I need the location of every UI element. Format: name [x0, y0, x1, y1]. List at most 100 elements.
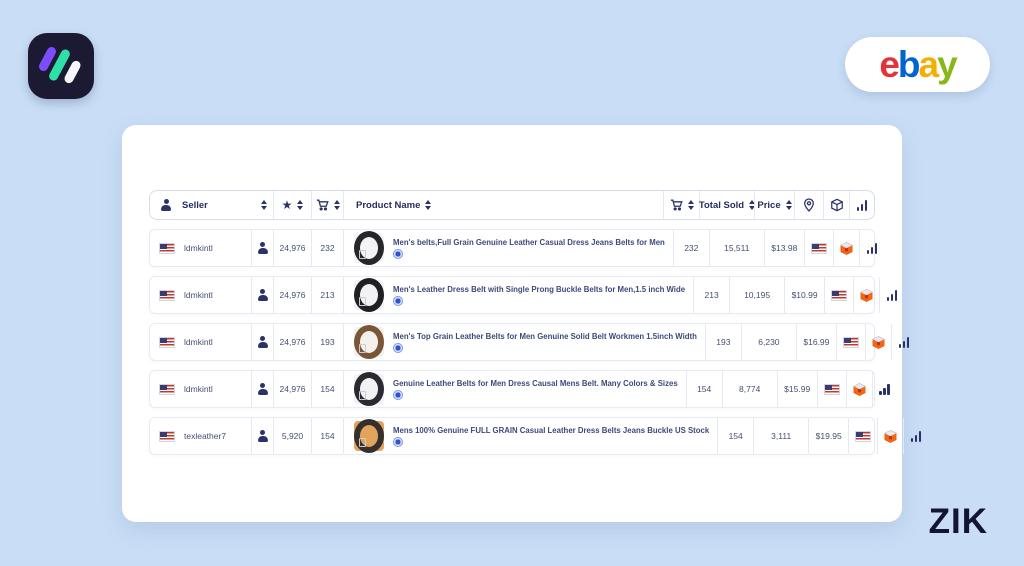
zik-watermark: ZIK [929, 502, 988, 542]
analytics-cell[interactable] [859, 230, 884, 266]
sort-icon[interactable] [261, 200, 267, 210]
feedback-cell: 5,920 [273, 418, 311, 454]
table-row[interactable]: texleather7 5,920 154 Mens 100% Genuine … [149, 417, 875, 455]
user-icon [257, 242, 269, 254]
table-row[interactable]: ldmkintl 24,976 213 Men's Leather Dress … [149, 276, 875, 314]
package-orange-icon [871, 335, 886, 350]
sort-icon[interactable] [425, 200, 431, 210]
price-cell: $15.99 [777, 371, 817, 407]
product-name-header-cell[interactable]: Product Name [343, 191, 663, 219]
seller-header-cell[interactable]: Seller [150, 191, 273, 219]
sort-icon[interactable] [334, 200, 340, 210]
ebay-letter-e: e [879, 44, 898, 85]
product-image [354, 233, 384, 263]
table-row[interactable]: ldmkintl 24,976 193 Men's Top Grain Leat… [149, 323, 875, 361]
total-sold-cell: 10,195 [729, 277, 784, 313]
watch-count-cell: 193 [311, 324, 343, 360]
total-sold-cell: 3,111 [753, 418, 808, 454]
seller-name[interactable]: texleather7 [184, 418, 251, 454]
ebay-letter-a: a [919, 44, 938, 85]
seller-profile-cell[interactable] [251, 418, 273, 454]
analytics-cell[interactable] [891, 324, 916, 360]
table-header-row: Seller ★ Product Name Total Sold [149, 190, 875, 220]
table-row[interactable]: ldmkintl 24,976 154 Genuine Leather Belt… [149, 370, 875, 408]
total-sold-header-cell[interactable]: Total Sold [699, 191, 754, 219]
zik-app-logo [28, 33, 94, 99]
watch-header-cell[interactable] [311, 191, 343, 219]
seller-profile-cell[interactable] [251, 324, 273, 360]
table-row[interactable]: ldmkintl 24,976 232 Men's belts,Full Gra… [149, 229, 875, 267]
price-header-cell[interactable]: Price [754, 191, 794, 219]
ebay-wordmark: ebay [879, 46, 955, 83]
cart-icon [316, 199, 329, 211]
user-icon [160, 199, 172, 211]
sort-icon[interactable] [688, 200, 694, 210]
bar-chart-icon [857, 200, 868, 211]
product-cell: Men's Leather Dress Belt with Single Pro… [343, 277, 693, 313]
globe-badge-icon [393, 390, 403, 400]
sold-header-cell[interactable] [663, 191, 699, 219]
analytics-cell[interactable] [879, 277, 904, 313]
seller-profile-cell[interactable] [251, 371, 273, 407]
seller-profile-cell[interactable] [251, 277, 273, 313]
product-cell: Genuine Leather Belts for Men Dress Caus… [343, 371, 686, 407]
bar-chart-icon [879, 384, 890, 395]
product-image [354, 374, 384, 404]
watch-count-cell: 154 [311, 418, 343, 454]
total-sold-cell: 15,511 [709, 230, 764, 266]
us-flag-icon [843, 337, 859, 348]
analytics-cell[interactable] [903, 418, 928, 454]
package-cell[interactable] [877, 418, 903, 454]
package-icon [830, 198, 844, 212]
results-card: Seller ★ Product Name Total Sold [122, 125, 902, 522]
us-flag-icon [159, 337, 175, 348]
bar-chart-icon [867, 243, 878, 254]
package-orange-icon [852, 382, 867, 397]
ship-country-cell [836, 324, 865, 360]
user-icon [257, 383, 269, 395]
package-cell[interactable] [853, 277, 879, 313]
bar-chart-icon [899, 337, 910, 348]
us-flag-icon [159, 243, 175, 254]
sold-cell: 193 [705, 324, 741, 360]
location-header-cell[interactable] [794, 191, 823, 219]
product-title[interactable]: Mens 100% Genuine FULL GRAIN Casual Leat… [393, 426, 709, 435]
product-title[interactable]: Men's belts,Full Grain Genuine Leather C… [393, 238, 665, 247]
sort-icon[interactable] [297, 200, 303, 210]
analytics-cell[interactable] [872, 371, 897, 407]
us-flag-icon [159, 431, 175, 442]
us-flag-icon [159, 384, 175, 395]
feedback-header-cell[interactable]: ★ [273, 191, 311, 219]
package-cell[interactable] [833, 230, 859, 266]
ship-country-cell [824, 277, 853, 313]
logo-stripe-white [63, 59, 82, 84]
ship-country-cell [817, 371, 846, 407]
star-icon: ★ [282, 199, 293, 211]
seller-profile-cell[interactable] [251, 230, 273, 266]
analytics-header-cell[interactable] [849, 191, 874, 219]
seller-name[interactable]: ldmkintl [184, 324, 251, 360]
seller-country-cell [150, 230, 184, 266]
package-orange-icon [883, 429, 898, 444]
shipping-header-cell[interactable] [823, 191, 849, 219]
watch-count-cell: 154 [311, 371, 343, 407]
location-pin-icon [803, 198, 815, 212]
product-title[interactable]: Men's Top Grain Leather Belts for Men Ge… [393, 332, 697, 341]
product-title[interactable]: Men's Leather Dress Belt with Single Pro… [393, 285, 685, 294]
sold-cell: 154 [686, 371, 722, 407]
watch-count-cell: 213 [311, 277, 343, 313]
seller-name[interactable]: ldmkintl [184, 371, 251, 407]
product-cell: Men's belts,Full Grain Genuine Leather C… [343, 230, 673, 266]
package-cell[interactable] [865, 324, 891, 360]
watch-count-cell: 232 [311, 230, 343, 266]
us-flag-icon [831, 290, 847, 301]
seller-name[interactable]: ldmkintl [184, 277, 251, 313]
package-orange-icon [839, 241, 854, 256]
feedback-cell: 24,976 [273, 371, 311, 407]
globe-badge-icon [393, 249, 403, 259]
ebay-letter-b: b [898, 44, 919, 85]
product-title[interactable]: Genuine Leather Belts for Men Dress Caus… [393, 379, 678, 388]
package-cell[interactable] [846, 371, 872, 407]
seller-name[interactable]: ldmkintl [184, 230, 251, 266]
sort-icon[interactable] [786, 200, 792, 210]
